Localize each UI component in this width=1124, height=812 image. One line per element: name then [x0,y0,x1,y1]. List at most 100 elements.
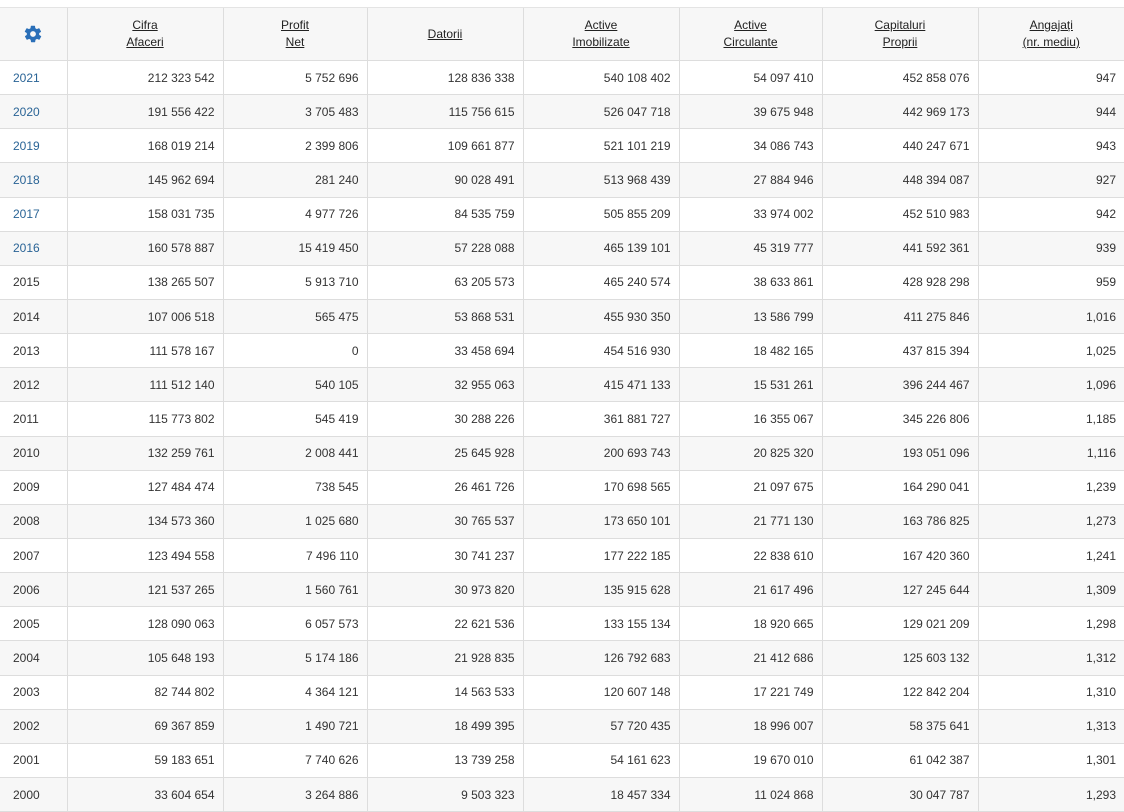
table-cell: 132 259 761 [67,436,224,471]
table-cell: 18 457 334 [523,777,680,812]
table-cell: 939 [978,231,1124,266]
year-cell[interactable]: 2020 [0,94,68,130]
year-cell[interactable]: 2018 [0,162,68,198]
year-link[interactable]: 2019 [13,139,40,153]
table-cell: 454 516 930 [523,333,680,369]
table-cell: 26 461 726 [367,470,524,505]
table-cell: 200 693 743 [523,436,680,471]
table-row: 2010 132 259 761 2 008 441 25 645 928 200 69… [0,436,1124,471]
table-cell: 1 490 721 [223,709,368,744]
settings-header-cell[interactable] [0,8,68,61]
table-cell: 177 222 185 [523,538,680,574]
year-label: 2008 [13,514,40,529]
table-cell: 34 086 743 [679,128,823,164]
table-cell: 18 996 007 [679,709,823,744]
table-cell: 9 503 323 [367,777,524,812]
table-row: 2013 111 578 167 0 33 458 694 454 516 930 18 … [0,333,1124,369]
table-cell: 452 510 983 [822,197,979,232]
table-cell: 170 698 565 [523,470,680,505]
table-cell: 134 573 360 [67,504,224,539]
table-cell: 927 [978,162,1124,198]
year-label: 2005 [13,616,40,631]
table-cell: 53 868 531 [367,299,524,335]
table-cell: 14 563 533 [367,675,524,710]
table-cell: 127 484 474 [67,470,224,505]
table-cell: 18 920 665 [679,606,823,642]
column-header-angajati[interactable]: Angajați (nr. mediu) [978,8,1124,61]
table-cell: 30 765 537 [367,504,524,539]
year-cell[interactable]: 2017 [0,197,68,232]
year-label: 2015 [13,275,40,290]
table-cell: 1,116 [978,436,1124,471]
table-cell: 39 675 948 [679,94,823,130]
year-cell: 2013 [0,333,68,369]
gear-icon[interactable] [23,24,43,44]
year-link[interactable]: 2020 [13,105,40,119]
table-cell: 105 648 193 [67,640,224,676]
table-cell: 111 512 140 [67,367,224,403]
table-cell: 1,241 [978,538,1124,574]
year-cell[interactable]: 2019 [0,128,68,164]
year-cell[interactable]: 2021 [0,60,68,96]
table-cell: 63 205 573 [367,265,524,300]
table-cell: 1,313 [978,709,1124,744]
table-cell: 30 741 237 [367,538,524,574]
year-cell: 2007 [0,538,68,574]
table-cell: 7 496 110 [223,538,368,574]
column-header-active-imobilizate[interactable]: Active Imobilizate [523,8,680,61]
year-link[interactable]: 2018 [13,173,40,187]
table-cell: 18 499 395 [367,709,524,744]
year-cell: 2001 [0,743,68,778]
table-cell: 944 [978,94,1124,130]
year-label: 2000 [13,787,40,802]
column-header-line2: Imobilizate [572,35,630,49]
table-row: 2021 212 323 542 5 752 696 128 836 338 540 1… [0,60,1124,96]
column-header-capitaluri-proprii[interactable]: Capitaluri Proprii [822,8,979,61]
year-cell: 2011 [0,401,68,437]
table-cell: 30 047 787 [822,777,979,812]
table-cell: 15 419 450 [223,231,368,266]
column-header-active-circulante[interactable]: Active Circulante [679,8,823,61]
table-cell: 109 661 877 [367,128,524,164]
year-cell: 2002 [0,709,68,744]
year-cell: 2012 [0,367,68,403]
table-cell: 959 [978,265,1124,300]
table-cell: 411 275 846 [822,299,979,335]
year-cell[interactable]: 2016 [0,231,68,266]
year-cell: 2005 [0,606,68,642]
table-cell: 54 097 410 [679,60,823,96]
table-cell: 345 226 806 [822,401,979,437]
year-label: 2014 [13,309,40,324]
table-cell: 448 394 087 [822,162,979,198]
table-cell: 193 051 096 [822,436,979,471]
table-header-row: Cifra Afaceri Profit Net Datorii Active Imo… [0,8,1124,61]
table-row: 2019 168 019 214 2 399 806 109 661 877 521 1… [0,128,1124,164]
table-cell: 4 364 121 [223,675,368,710]
table-cell: 11 024 868 [679,777,823,812]
year-link[interactable]: 2021 [13,71,40,85]
top-divider [0,0,1124,8]
column-header-cifra-afaceri[interactable]: Cifra Afaceri [67,8,224,61]
table-cell: 115 773 802 [67,401,224,437]
year-cell: 2006 [0,572,68,608]
table-cell: 20 825 320 [679,436,823,471]
table-cell: 440 247 671 [822,128,979,164]
table-cell: 1,016 [978,299,1124,335]
table-cell: 33 974 002 [679,197,823,232]
table-cell: 2 008 441 [223,436,368,471]
table-row: 2011 115 773 802 545 419 30 288 226 361 881 … [0,401,1124,437]
year-link[interactable]: 2016 [13,241,40,255]
table-row: 2007 123 494 558 7 496 110 30 741 237 177 22… [0,538,1124,574]
table-cell: 57 228 088 [367,231,524,266]
year-label: 2011 [13,411,39,426]
column-header-profit-net[interactable]: Profit Net [223,8,368,61]
column-header-datorii[interactable]: Datorii [367,8,524,61]
year-label: 2004 [13,650,40,665]
table-cell: 168 019 214 [67,128,224,164]
table-row: 2016 160 578 887 15 419 450 57 228 088 465 1… [0,231,1124,266]
table-cell: 1,309 [978,572,1124,608]
table-cell: 5 174 186 [223,640,368,676]
table-cell: 947 [978,60,1124,96]
year-cell: 2009 [0,470,68,505]
year-link[interactable]: 2017 [13,207,40,221]
